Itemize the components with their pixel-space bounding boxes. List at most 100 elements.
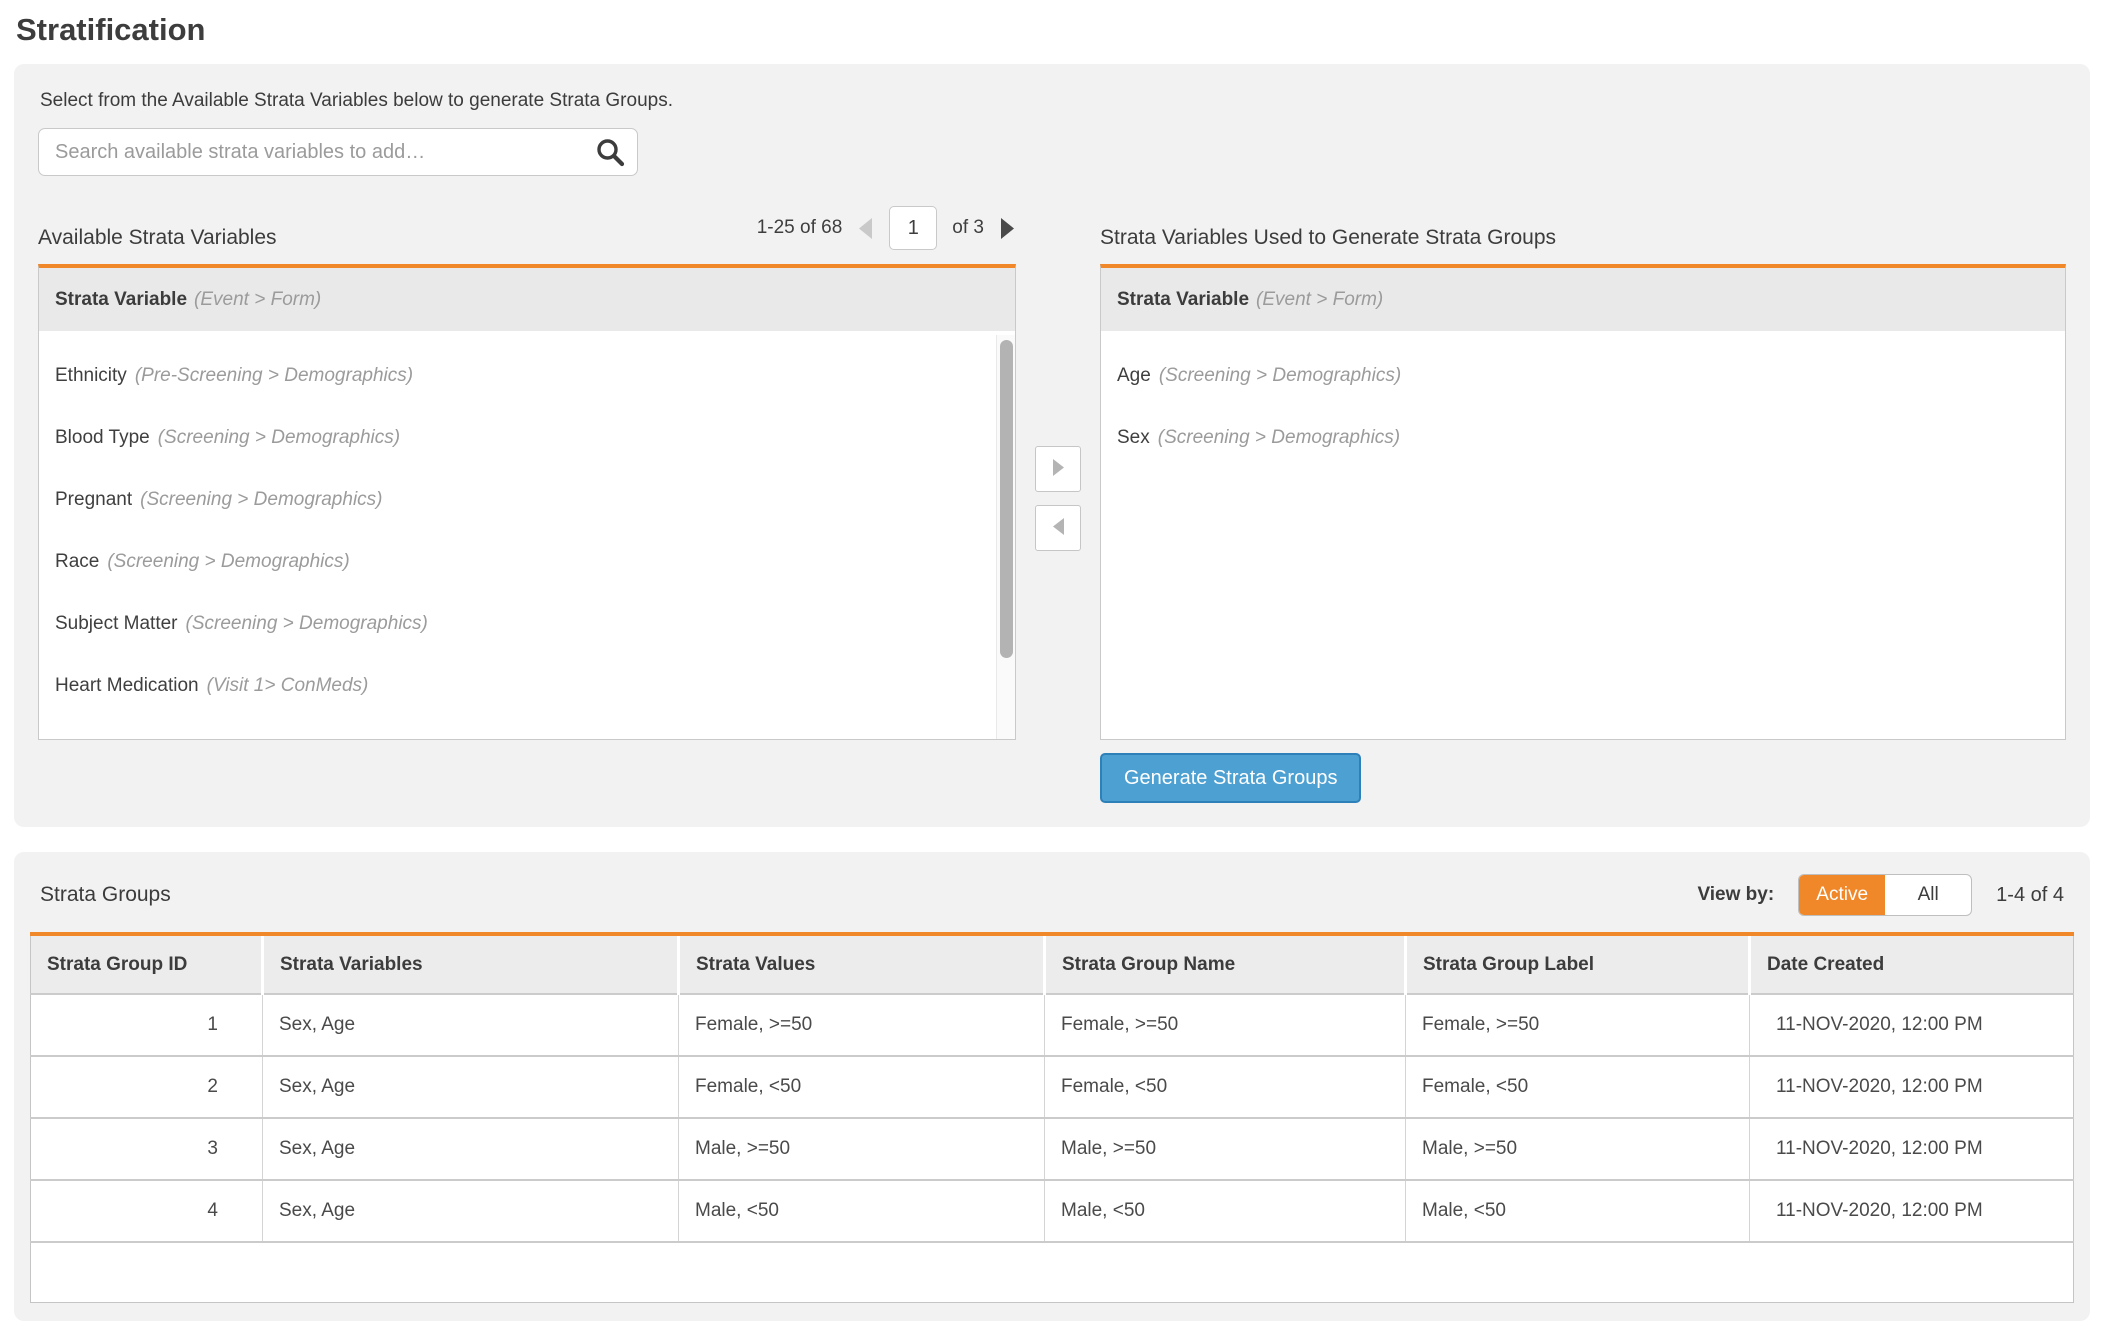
view-option-all[interactable]: All — [1885, 875, 1971, 915]
pagination-range: 1-25 of 68 — [757, 217, 843, 239]
cell-strata-group-label: Male, <50 — [1406, 1180, 1750, 1242]
col-date-created: Date Created — [1750, 934, 2074, 994]
search-input[interactable] — [38, 128, 638, 176]
cell-strata-values: Male, <50 — [679, 1180, 1045, 1242]
item-meta: (Screening > Demographics) — [1158, 427, 1400, 449]
prev-page-icon[interactable] — [857, 217, 874, 240]
cell-strata-group-name: Male, <50 — [1045, 1180, 1406, 1242]
strata-variable-item[interactable]: Ethnicity (Pre-Screening > Demographics) — [39, 345, 1015, 407]
strata-variable-item[interactable]: Pregnant (Screening > Demographics) — [39, 469, 1015, 531]
generate-strata-groups-button[interactable]: Generate Strata Groups — [1100, 753, 1361, 803]
search-box — [38, 128, 638, 176]
table-body: 1 Sex, Age Female, >=50 Female, >=50 Fem… — [31, 994, 2074, 1242]
item-name: Pregnant — [55, 489, 132, 511]
strata-variable-item[interactable]: Sex (Screening > Demographics) — [1101, 407, 2065, 469]
view-option-active[interactable]: Active — [1799, 875, 1885, 915]
item-name: Race — [55, 551, 99, 573]
instruction-text: Select from the Available Strata Variabl… — [40, 90, 2066, 112]
available-strata-list: Strata Variable (Event > Form) Ethnicity… — [38, 264, 1016, 740]
selected-list-header: Strata Variable (Event > Form) — [1101, 268, 2065, 331]
arrow-left-icon — [1051, 517, 1066, 539]
arrow-right-icon — [1051, 458, 1066, 480]
search-icon[interactable] — [595, 137, 625, 167]
strata-selection-panel: Select from the Available Strata Variabl… — [14, 64, 2090, 827]
page-title: Stratification — [16, 12, 2104, 48]
cell-date-created: 11-NOV-2020, 12:00 PM — [1750, 1056, 2074, 1118]
strata-variable-item[interactable]: Age (Screening > Demographics) — [1101, 345, 2065, 407]
cell-strata-variables: Sex, Age — [263, 1180, 679, 1242]
results-count: 1-4 of 4 — [1996, 884, 2064, 907]
item-name: Sex — [1117, 427, 1150, 449]
item-name: Blood Type — [55, 427, 150, 449]
cell-strata-values: Female, <50 — [679, 1056, 1045, 1118]
table-spacer-row — [31, 1242, 2074, 1302]
cell-strata-group-label: Female, >=50 — [1406, 994, 1750, 1056]
cell-strata-group-name: Female, <50 — [1045, 1056, 1406, 1118]
item-meta: (Screening > Demographics) — [158, 427, 400, 449]
cell-strata-group-id: 1 — [31, 994, 263, 1056]
item-name: Heart Medication — [55, 675, 199, 697]
cell-strata-group-id: 4 — [31, 1180, 263, 1242]
dual-list-area: Available Strata Variables 1-25 of 68 1 … — [38, 206, 2066, 803]
col-strata-values: Strata Values — [679, 934, 1045, 994]
cell-strata-group-label: Female, <50 — [1406, 1056, 1750, 1118]
col-strata-group-id: Strata Group ID — [31, 934, 263, 994]
view-by-label: View by: — [1697, 884, 1774, 906]
available-column: Available Strata Variables 1-25 of 68 1 … — [38, 206, 1016, 803]
strata-groups-table: Strata Group ID Strata Variables Strata … — [30, 932, 2074, 1303]
cell-strata-variables: Sex, Age — [263, 994, 679, 1056]
available-list-header: Strata Variable (Event > Form) — [39, 268, 1015, 331]
cell-strata-values: Female, >=50 — [679, 994, 1045, 1056]
cell-strata-variables: Sex, Age — [263, 1056, 679, 1118]
table-row: 4 Sex, Age Male, <50 Male, <50 Male, <50… — [31, 1180, 2074, 1242]
list-header-meta: (Event > Form) — [194, 289, 321, 311]
item-meta: (Screening > Demographics) — [140, 489, 382, 511]
item-meta: (Screening > Demographics) — [186, 613, 428, 635]
vertical-scrollbar[interactable] — [996, 335, 1015, 739]
move-left-button[interactable] — [1035, 505, 1081, 551]
cell-strata-group-name: Female, >=50 — [1045, 994, 1406, 1056]
cell-date-created: 11-NOV-2020, 12:00 PM — [1750, 994, 2074, 1056]
pagination: 1-25 of 68 1 of 3 — [757, 206, 1016, 250]
cell-strata-group-id: 3 — [31, 1118, 263, 1180]
cell-date-created: 11-NOV-2020, 12:00 PM — [1750, 1180, 2074, 1242]
list-header-label: Strata Variable — [55, 289, 187, 311]
item-name: Age — [1117, 365, 1151, 387]
available-list-body: Ethnicity (Pre-Screening > Demographics)… — [39, 331, 1015, 739]
strata-groups-title: Strata Groups — [40, 883, 171, 907]
item-meta: (Screening > Demographics) — [1159, 365, 1401, 387]
next-page-icon[interactable] — [999, 217, 1016, 240]
cell-strata-values: Male, >=50 — [679, 1118, 1045, 1180]
col-strata-group-name: Strata Group Name — [1045, 934, 1406, 994]
strata-groups-panel: Strata Groups View by: Active All 1-4 of… — [14, 852, 2090, 1321]
available-list-title: Available Strata Variables — [38, 226, 277, 250]
item-meta: (Screening > Demographics) — [107, 551, 349, 573]
transfer-buttons — [1016, 206, 1100, 803]
strata-variable-item[interactable]: Blood Type (Screening > Demographics) — [39, 407, 1015, 469]
pagination-of-label: of 3 — [952, 217, 984, 239]
table-row: 2 Sex, Age Female, <50 Female, <50 Femal… — [31, 1056, 2074, 1118]
cell-strata-group-id: 2 — [31, 1056, 263, 1118]
cell-strata-group-name: Male, >=50 — [1045, 1118, 1406, 1180]
page-number-input[interactable]: 1 — [889, 206, 937, 250]
item-name: Ethnicity — [55, 365, 127, 387]
scrollbar-thumb[interactable] — [1000, 340, 1013, 658]
item-meta: (Pre-Screening > Demographics) — [135, 365, 413, 387]
col-strata-group-label: Strata Group Label — [1406, 934, 1750, 994]
table-row: 3 Sex, Age Male, >=50 Male, >=50 Male, >… — [31, 1118, 2074, 1180]
move-right-button[interactable] — [1035, 446, 1081, 492]
strata-variable-item[interactable]: Subject Matter (Screening > Demographics… — [39, 593, 1015, 655]
cell-strata-group-label: Male, >=50 — [1406, 1118, 1750, 1180]
strata-variable-item[interactable]: Race (Screening > Demographics) — [39, 531, 1015, 593]
item-meta: (Visit 1> ConMeds) — [207, 675, 369, 697]
cell-strata-variables: Sex, Age — [263, 1118, 679, 1180]
selected-list-body: Age (Screening > Demographics) Sex (Scre… — [1101, 331, 2065, 739]
list-header-label: Strata Variable — [1117, 289, 1249, 311]
selected-strata-list: Strata Variable (Event > Form) Age (Scre… — [1100, 264, 2066, 740]
selected-list-title: Strata Variables Used to Generate Strata… — [1100, 226, 1556, 250]
table-header-row: Strata Group ID Strata Variables Strata … — [31, 934, 2074, 994]
cell-date-created: 11-NOV-2020, 12:00 PM — [1750, 1118, 2074, 1180]
strata-variable-item[interactable]: Heart Medication (Visit 1> ConMeds) — [39, 655, 1015, 717]
item-name: Subject Matter — [55, 613, 178, 635]
table-row: 1 Sex, Age Female, >=50 Female, >=50 Fem… — [31, 994, 2074, 1056]
